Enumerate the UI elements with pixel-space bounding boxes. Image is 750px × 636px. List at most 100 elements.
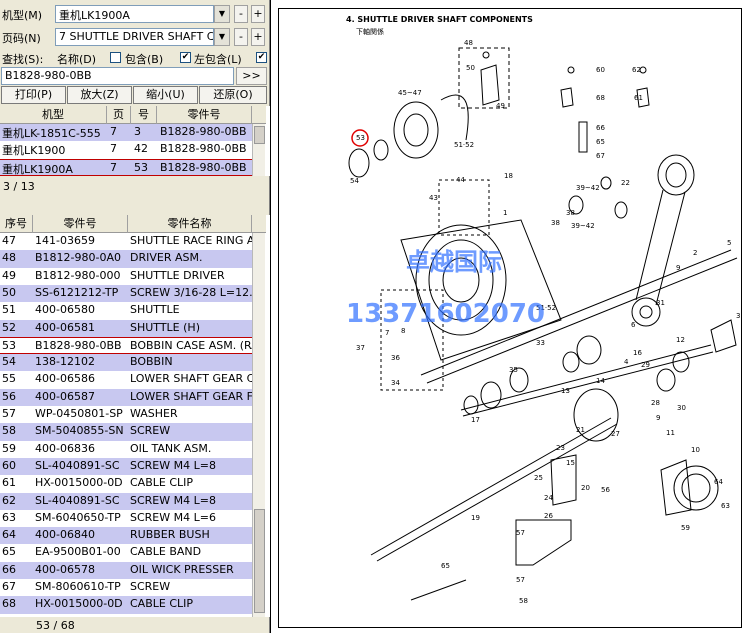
page-dropdown-arrow-icon[interactable]: ▼: [214, 28, 230, 46]
callout-label[interactable]: 23: [556, 444, 565, 452]
callout-label[interactable]: 1: [503, 209, 507, 217]
model-minus-button[interactable]: -: [234, 5, 248, 23]
callout-label[interactable]: 11: [666, 429, 675, 437]
callout-label[interactable]: 13: [561, 387, 570, 395]
callout-label[interactable]: 18: [504, 172, 513, 180]
model-plus-button[interactable]: +: [251, 5, 265, 23]
callout-label[interactable]: 9: [656, 414, 660, 422]
model-grid-row[interactable]: 重机LK1900 7 42 B1828-980-0BB: [0, 141, 252, 158]
model-dropdown-arrow-icon[interactable]: ▼: [214, 5, 230, 23]
parts-grid-row[interactable]: 60 SL-4040891-SC SCREW M4 L=8: [0, 457, 252, 476]
callout-label[interactable]: 39~42: [576, 184, 600, 192]
model-col-header[interactable]: 机型: [0, 106, 107, 124]
partno-col-header[interactable]: 零件号: [33, 215, 128, 233]
go-button[interactable]: >>: [236, 67, 267, 85]
callout-label[interactable]: 17: [471, 416, 480, 424]
opt-name-label[interactable]: 名称(D): [57, 51, 96, 67]
callout-label[interactable]: 7: [385, 329, 389, 337]
parts-grid-row[interactable]: 48 B1812-980-0A0 DRIVER ASM.: [0, 250, 252, 268]
parts-grid-row[interactable]: 68 HX-0015000-0D CABLE CLIP: [0, 596, 252, 614]
parts-grid-scroll-thumb[interactable]: [254, 509, 265, 613]
page-col-header[interactable]: 页: [107, 106, 131, 124]
callout-label[interactable]: 35: [509, 366, 518, 374]
seq-col-header[interactable]: 序号: [0, 215, 33, 233]
callout-label[interactable]: 34: [391, 379, 400, 387]
callout-label[interactable]: 2: [693, 249, 697, 257]
callout-label[interactable]: 25: [534, 474, 543, 482]
callout-label[interactable]: 31: [656, 299, 665, 307]
zoom-in-button[interactable]: 放大(Z): [67, 86, 132, 104]
callout-label[interactable]: 37: [356, 344, 365, 352]
callout-label[interactable]: 64: [714, 478, 723, 486]
callout-label[interactable]: 26: [544, 512, 553, 520]
parts-grid-row[interactable]: 49 B1812-980-000 SHUTTLE DRIVER: [0, 268, 252, 285]
opt-contains-label[interactable]: 包含(B): [125, 51, 163, 67]
callout-label[interactable]: 48: [464, 39, 473, 47]
part-col-header[interactable]: 零件号: [157, 106, 252, 124]
callout-label[interactable]: 50: [466, 64, 475, 72]
parts-grid-row[interactable]: 56 400-06587 LOWER SHAFT GEAR F: [0, 388, 252, 406]
callout-label[interactable]: 53: [356, 134, 365, 142]
callout-label[interactable]: 22: [621, 179, 630, 187]
callout-label[interactable]: 16: [633, 349, 642, 357]
callout-label[interactable]: 38: [551, 219, 560, 227]
callout-label[interactable]: 30: [677, 404, 686, 412]
contains-checkbox[interactable]: [110, 52, 121, 63]
print-button[interactable]: 打印(P): [1, 86, 66, 104]
zoom-out-button[interactable]: 缩小(U): [133, 86, 198, 104]
parts-grid-row[interactable]: 52 400-06581 SHUTTLE (H): [0, 319, 252, 337]
callout-label[interactable]: 36: [391, 354, 400, 362]
callout-label[interactable]: 33: [536, 339, 545, 347]
model-grid-scroll-thumb[interactable]: [254, 126, 265, 144]
callout-label[interactable]: 66: [596, 124, 605, 132]
parts-grid-row[interactable]: 62 SL-4040891-SC SCREW M4 L=8: [0, 492, 252, 510]
callout-label[interactable]: 54: [350, 177, 359, 185]
model-grid-row[interactable]: 重机LK1900A 7 53 B1828-980-0BB: [0, 158, 252, 176]
callout-label[interactable]: 20: [581, 484, 590, 492]
partname-col-header[interactable]: 零件名称: [128, 215, 252, 233]
callout-label[interactable]: 60: [596, 66, 605, 74]
callout-label[interactable]: 4: [624, 358, 629, 366]
no-col-header[interactable]: 号: [131, 106, 157, 124]
parts-grid-row[interactable]: 53 B1828-980-0BB BOBBIN CASE ASM. (RA: [0, 336, 252, 355]
callout-label[interactable]: 65: [596, 138, 605, 146]
callout-label[interactable]: 39~42: [571, 222, 595, 230]
callout-label[interactable]: 28: [651, 399, 660, 407]
callout-label[interactable]: 5: [727, 239, 731, 247]
parts-grid-row[interactable]: 63 SM-6040650-TP SCREW M4 L=6: [0, 510, 252, 527]
callout-label[interactable]: 51·52: [454, 141, 474, 149]
restore-button[interactable]: 还原(O): [199, 86, 267, 104]
callout-label[interactable]: 29: [641, 361, 650, 369]
callout-label[interactable]: 15: [566, 459, 575, 467]
callout-label[interactable]: 57: [516, 576, 525, 584]
parts-grid-row[interactable]: 61 HX-0015000-0D CABLE CLIP: [0, 475, 252, 492]
parts-diagram[interactable]: 4. SHUTTLE DRIVER SHAFT COMPONENTS 下軸関係: [270, 0, 750, 633]
parts-grid-row[interactable]: 58 SM-5040855-SN SCREW: [0, 423, 252, 441]
parts-grid-row[interactable]: 66 400-06578 OIL WICK PRESSER: [0, 561, 252, 579]
page-plus-button[interactable]: +: [251, 28, 265, 46]
callout-label[interactable]: 19: [471, 514, 480, 522]
callout-label[interactable]: 3: [736, 312, 740, 320]
parts-grid-row[interactable]: 65 EA-9500B01-00 CABLE BAND: [0, 544, 252, 561]
model-combobox[interactable]: 重机LK1900A: [55, 5, 214, 23]
callout-label[interactable]: 44: [456, 176, 465, 184]
callout-label[interactable]: 12: [676, 336, 685, 344]
parts-grid-row[interactable]: 50 SS-6121212-TP SCREW 3/16-28 L=12.0: [0, 284, 252, 303]
callout-label[interactable]: 63: [721, 502, 730, 510]
parts-grid-row[interactable]: 57 WP-0450801-SP WASHER: [0, 406, 252, 423]
model-grid-scrollbar[interactable]: [252, 124, 265, 176]
callout-label[interactable]: 59: [681, 524, 690, 532]
parts-grid-row[interactable]: 64 400-06840 RUBBER BUSH: [0, 527, 252, 545]
callout-label[interactable]: 27: [611, 430, 620, 438]
parts-grid-scrollbar[interactable]: [252, 233, 265, 617]
callout-label[interactable]: 45~47: [398, 89, 422, 97]
parts-grid-row[interactable]: 59 400-06836 OIL TANK ASM.: [0, 441, 252, 458]
model-grid-row[interactable]: 重机LK-1851C-555 7 3 B1828-980-0BB: [0, 124, 252, 142]
callout-label[interactable]: 24: [544, 494, 553, 502]
callout-label[interactable]: 65: [441, 562, 450, 570]
parts-grid-row[interactable]: 51 400-06580 SHUTTLE: [0, 302, 252, 319]
search-input[interactable]: B1828-980-0BB: [1, 67, 234, 85]
callout-label[interactable]: 61: [634, 94, 643, 102]
callout-label[interactable]: 68: [596, 94, 605, 102]
parts-grid-row[interactable]: 67 SM-8060610-TP SCREW: [0, 579, 252, 596]
